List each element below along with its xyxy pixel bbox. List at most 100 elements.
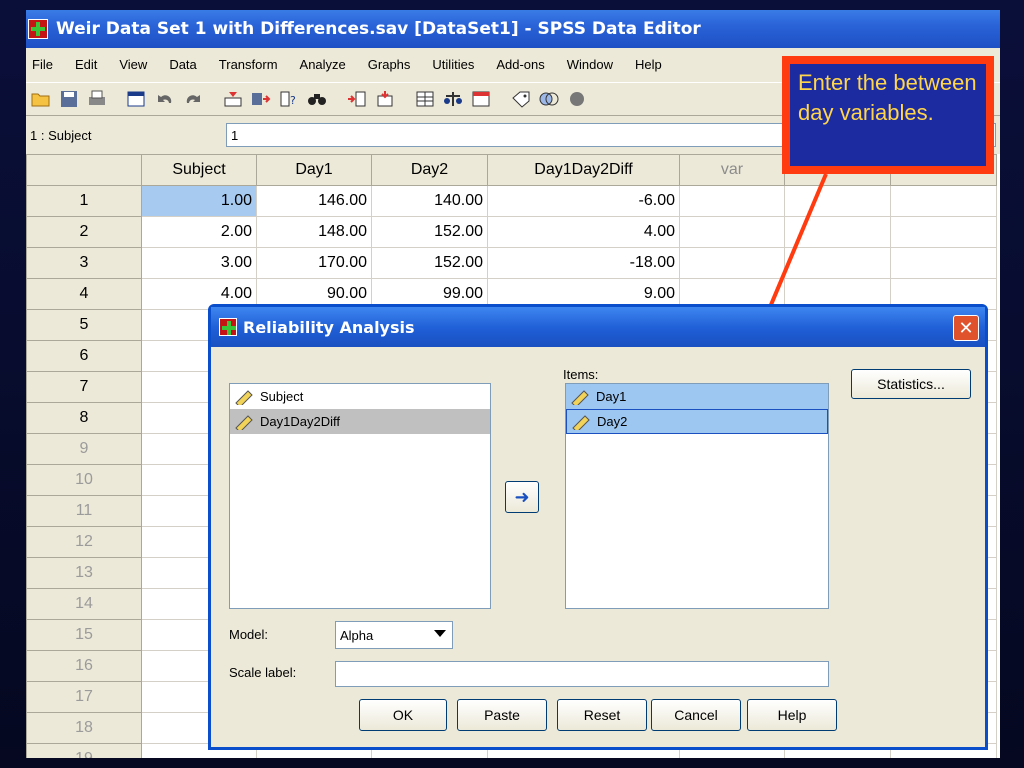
row-number[interactable]: 4	[26, 278, 142, 310]
dialog-title-bar[interactable]: Reliability Analysis ✕	[211, 307, 985, 347]
row-number[interactable]: 8	[26, 402, 142, 434]
menu-analyze[interactable]: Analyze	[300, 57, 346, 72]
data-cell[interactable]: 2.00	[141, 216, 257, 248]
save-icon[interactable]	[58, 89, 80, 109]
list-item[interactable]: Day2	[566, 409, 828, 434]
menu-edit[interactable]: Edit	[75, 57, 97, 72]
find-binoculars-icon[interactable]	[306, 89, 328, 109]
move-variable-button[interactable]: ➜	[505, 481, 539, 513]
menu-file[interactable]: File	[32, 57, 53, 72]
statistics-button[interactable]: Statistics...	[851, 369, 971, 399]
data-cell[interactable]: 170.00	[256, 247, 372, 279]
data-cell[interactable]: 148.00	[256, 216, 372, 248]
cell-reference-label: 1 : Subject	[30, 127, 92, 143]
column-header-subject[interactable]: Subject	[141, 154, 257, 186]
row-number[interactable]: 1	[26, 185, 142, 217]
menu-view[interactable]: View	[119, 57, 147, 72]
data-cell[interactable]: -18.00	[487, 247, 680, 279]
scale-variable-icon	[235, 414, 253, 430]
menu-data[interactable]: Data	[169, 57, 196, 72]
row-number[interactable]: 6	[26, 340, 142, 372]
data-cell[interactable]: -6.00	[487, 185, 680, 217]
menu-utilities[interactable]: Utilities	[432, 57, 474, 72]
close-icon[interactable]: ✕	[953, 315, 979, 341]
goto-variable-icon[interactable]	[250, 89, 272, 109]
weight-cases-icon[interactable]	[442, 89, 464, 109]
items-list[interactable]: Day1 Day2	[565, 383, 829, 609]
data-cell[interactable]: 152.00	[371, 216, 488, 248]
goto-case-icon[interactable]	[222, 89, 244, 109]
row-number[interactable]: 15	[26, 619, 142, 651]
data-cell[interactable]	[784, 247, 891, 279]
paste-button[interactable]: Paste	[457, 699, 547, 731]
select-cases-icon[interactable]	[470, 89, 492, 109]
list-item[interactable]: Day1	[566, 384, 828, 409]
row-number[interactable]: 10	[26, 464, 142, 496]
row-number[interactable]: 2	[26, 216, 142, 248]
model-select[interactable]: Alpha	[335, 621, 453, 649]
redo-icon[interactable]	[182, 89, 204, 109]
spss-app-icon	[28, 19, 48, 39]
data-cell[interactable]: 146.00	[256, 185, 372, 217]
undo-icon[interactable]	[154, 89, 176, 109]
menu-help[interactable]: Help	[635, 57, 662, 72]
open-folder-icon[interactable]	[30, 89, 52, 109]
list-item[interactable]: Subject	[230, 384, 490, 409]
data-cell[interactable]	[890, 247, 997, 279]
data-cell[interactable]: 140.00	[371, 185, 488, 217]
list-item[interactable]: Day1Day2Diff	[230, 409, 490, 434]
data-cell[interactable]: 3.00	[141, 247, 257, 279]
reset-button[interactable]: Reset	[557, 699, 647, 731]
column-header-day1[interactable]: Day1	[256, 154, 372, 186]
use-sets-icon[interactable]	[538, 89, 560, 109]
row-number[interactable]: 18	[26, 712, 142, 744]
row-number[interactable]: 19	[26, 743, 142, 758]
row-number[interactable]: 17	[26, 681, 142, 713]
scale-label-label: Scale label:	[229, 665, 297, 680]
show-all-variables-icon[interactable]	[566, 89, 588, 109]
data-cell[interactable]	[679, 216, 785, 248]
insert-variable-icon[interactable]	[374, 89, 396, 109]
row-number[interactable]: 7	[26, 371, 142, 403]
data-cell[interactable]: 4.00	[487, 216, 680, 248]
data-cell[interactable]: 152.00	[371, 247, 488, 279]
cancel-button[interactable]: Cancel	[651, 699, 741, 731]
callout-text: Enter the between day variables.	[790, 64, 986, 166]
data-cell[interactable]	[679, 247, 785, 279]
variables-icon[interactable]: ?	[278, 89, 300, 109]
row-number[interactable]: 13	[26, 557, 142, 589]
data-cell[interactable]	[784, 216, 891, 248]
row-number[interactable]: 11	[26, 495, 142, 527]
svg-text:?: ?	[290, 94, 296, 107]
column-header-day1day2diff[interactable]: Day1Day2Diff	[487, 154, 680, 186]
insert-cases-icon[interactable]	[346, 89, 368, 109]
data-cell[interactable]	[784, 185, 891, 217]
data-cell[interactable]	[890, 216, 997, 248]
ok-button[interactable]: OK	[359, 699, 447, 731]
row-number[interactable]: 5	[26, 309, 142, 341]
menu-add-ons[interactable]: Add-ons	[496, 57, 544, 72]
scale-label-input[interactable]	[335, 661, 829, 687]
corner-cell[interactable]	[26, 154, 142, 186]
variable-label: Day1Day2Diff	[260, 414, 340, 429]
help-button[interactable]: Help	[747, 699, 837, 731]
row-number[interactable]: 3	[26, 247, 142, 279]
data-cell[interactable]	[890, 185, 997, 217]
data-cell[interactable]	[679, 185, 785, 217]
row-number[interactable]: 14	[26, 588, 142, 620]
column-header-var[interactable]: var	[679, 154, 785, 186]
menu-transform[interactable]: Transform	[219, 57, 278, 72]
menu-window[interactable]: Window	[567, 57, 613, 72]
print-icon[interactable]	[86, 89, 108, 109]
split-file-icon[interactable]	[414, 89, 436, 109]
annotation-callout: Enter the between day variables.	[782, 56, 994, 174]
row-number[interactable]: 9	[26, 433, 142, 465]
value-labels-icon[interactable]	[510, 89, 532, 109]
data-cell[interactable]: 1.00	[141, 185, 257, 217]
available-variables-list[interactable]: Subject Day1Day2Diff	[229, 383, 491, 609]
row-number[interactable]: 12	[26, 526, 142, 558]
dialog-recall-icon[interactable]	[126, 89, 148, 109]
column-header-day2[interactable]: Day2	[371, 154, 488, 186]
menu-graphs[interactable]: Graphs	[368, 57, 411, 72]
row-number[interactable]: 16	[26, 650, 142, 682]
